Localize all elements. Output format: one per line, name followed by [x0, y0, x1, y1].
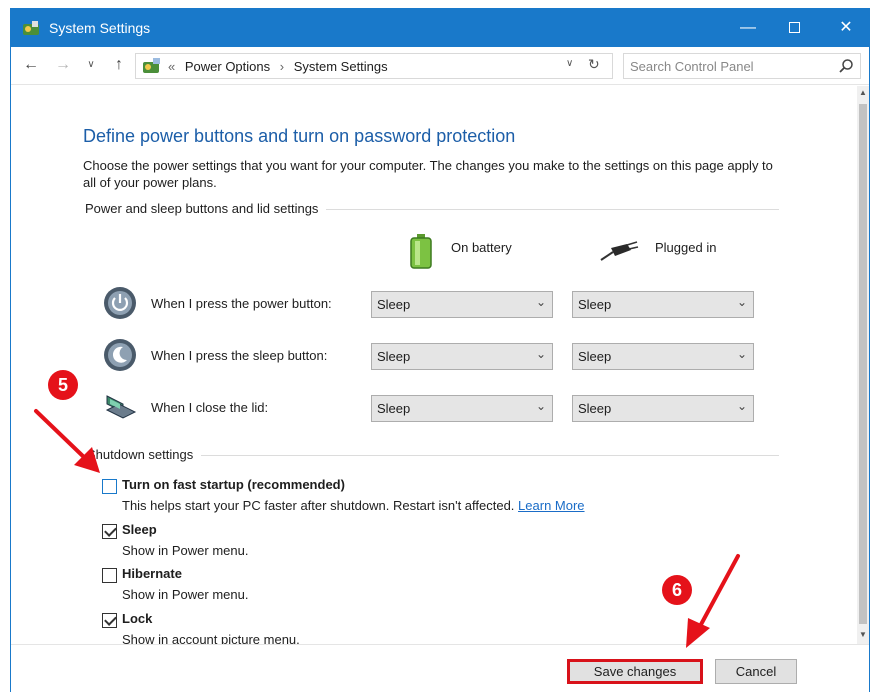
breadcrumb: « Power Options › System Settings: [168, 59, 394, 74]
chevron-down-icon: ⌄: [535, 347, 546, 361]
row-close-lid-label: When I close the lid:: [151, 400, 269, 415]
power-button-icon: [104, 287, 136, 319]
chevron-down-icon: ⌄: [535, 295, 546, 309]
close-lid-on-battery-select[interactable]: Sleep ⌄: [371, 395, 553, 422]
row-sleep-button-label: When I press the sleep button:: [151, 348, 328, 363]
control-panel-icon: [23, 21, 39, 35]
lock-option-label[interactable]: Lock: [122, 611, 152, 626]
scrollbar-thumb[interactable]: [859, 104, 867, 624]
close-lid-plugged-in-select[interactable]: Sleep ⌄: [572, 395, 754, 422]
minimize-button[interactable]: —: [725, 9, 771, 47]
lock-option-description: Show in account picture menu.: [122, 632, 300, 644]
plugged-in-label: Plugged in: [655, 240, 717, 255]
breadcrumb-separator[interactable]: ›: [280, 59, 284, 74]
address-toolbar: ← → ∨ ↑ « Power Options › System Setting…: [11, 47, 869, 85]
sleep-option-description: Show in Power menu.: [122, 543, 249, 558]
save-changes-button[interactable]: Save changes: [567, 659, 703, 684]
back-button[interactable]: ←: [21, 55, 41, 75]
sleep-button-plugged-in-select[interactable]: Sleep ⌄: [572, 343, 754, 370]
chevron-down-icon: ⌄: [736, 399, 747, 413]
maximize-button[interactable]: [771, 9, 817, 47]
on-battery-label: On battery: [451, 240, 512, 255]
maximize-icon: [788, 22, 800, 34]
close-button[interactable]: ✕: [823, 9, 869, 47]
cancel-button[interactable]: Cancel: [715, 659, 797, 684]
control-panel-icon: [143, 58, 160, 73]
select-value: Sleep: [578, 297, 612, 312]
laptop-lid-icon: [105, 395, 137, 419]
window-title: System Settings: [49, 20, 151, 36]
breadcrumb-overflow[interactable]: «: [168, 59, 175, 74]
hibernate-checkbox[interactable]: [102, 568, 117, 583]
red-arrow-icon: [34, 409, 100, 473]
chevron-down-icon: ⌄: [736, 347, 747, 361]
up-button[interactable]: ↑: [109, 55, 129, 75]
select-value: Sleep: [578, 349, 612, 364]
address-bar[interactable]: « Power Options › System Settings ∨ ↻: [135, 53, 613, 79]
fast-startup-checkbox[interactable]: [102, 479, 117, 494]
forward-button[interactable]: →: [53, 55, 73, 75]
page-description: Choose the power settings that you want …: [83, 158, 773, 190]
title-bar: System Settings — ✕: [11, 9, 869, 47]
scroll-up-icon[interactable]: ▲: [859, 88, 867, 97]
page-title: Define power buttons and turn on passwor…: [83, 126, 516, 146]
refresh-button[interactable]: ↻: [588, 56, 600, 73]
lock-checkbox[interactable]: [102, 613, 117, 628]
learn-more-link[interactable]: Learn More: [518, 498, 584, 513]
battery-icon: [410, 234, 432, 269]
hibernate-option-description: Show in Power menu.: [122, 587, 249, 602]
scroll-down-icon[interactable]: ▼: [859, 630, 867, 639]
select-value: Sleep: [377, 401, 411, 416]
plug-icon: [600, 241, 639, 261]
select-value: Sleep: [377, 349, 411, 364]
red-arrow-icon: [686, 554, 740, 648]
hibernate-option-label[interactable]: Hibernate: [122, 566, 182, 581]
row-power-button-label: When I press the power button:: [151, 296, 332, 311]
sleep-option-label[interactable]: Sleep: [122, 522, 157, 537]
breadcrumb-system-settings[interactable]: System Settings: [294, 59, 388, 74]
fast-startup-description-text: This helps start your PC faster after sh…: [122, 498, 515, 513]
fast-startup-label[interactable]: Turn on fast startup (recommended): [122, 477, 345, 492]
select-value: Sleep: [578, 401, 612, 416]
power-section-label: Power and sleep buttons and lid settings: [85, 201, 327, 216]
moon-icon: [104, 339, 136, 371]
step-5-badge: 5: [48, 370, 78, 400]
vertical-scrollbar[interactable]: ▲ ▼: [857, 86, 869, 644]
chevron-down-icon: ⌄: [535, 399, 546, 413]
breadcrumb-power-options[interactable]: Power Options: [185, 59, 270, 74]
search-icon[interactable]: [838, 58, 854, 74]
fast-startup-description: This helps start your PC faster after sh…: [122, 498, 585, 513]
sleep-button-on-battery-select[interactable]: Sleep ⌄: [371, 343, 553, 370]
power-button-plugged-in-select[interactable]: Sleep ⌄: [572, 291, 754, 318]
recent-locations-button[interactable]: ∨: [81, 55, 101, 75]
sleep-checkbox[interactable]: [102, 524, 117, 539]
chevron-down-icon: ⌄: [736, 295, 747, 309]
power-button-on-battery-select[interactable]: Sleep ⌄: [371, 291, 553, 318]
address-dropdown-button[interactable]: ∨: [566, 58, 573, 69]
select-value: Sleep: [377, 297, 411, 312]
search-input[interactable]: [630, 57, 830, 75]
search-box: [623, 53, 861, 79]
